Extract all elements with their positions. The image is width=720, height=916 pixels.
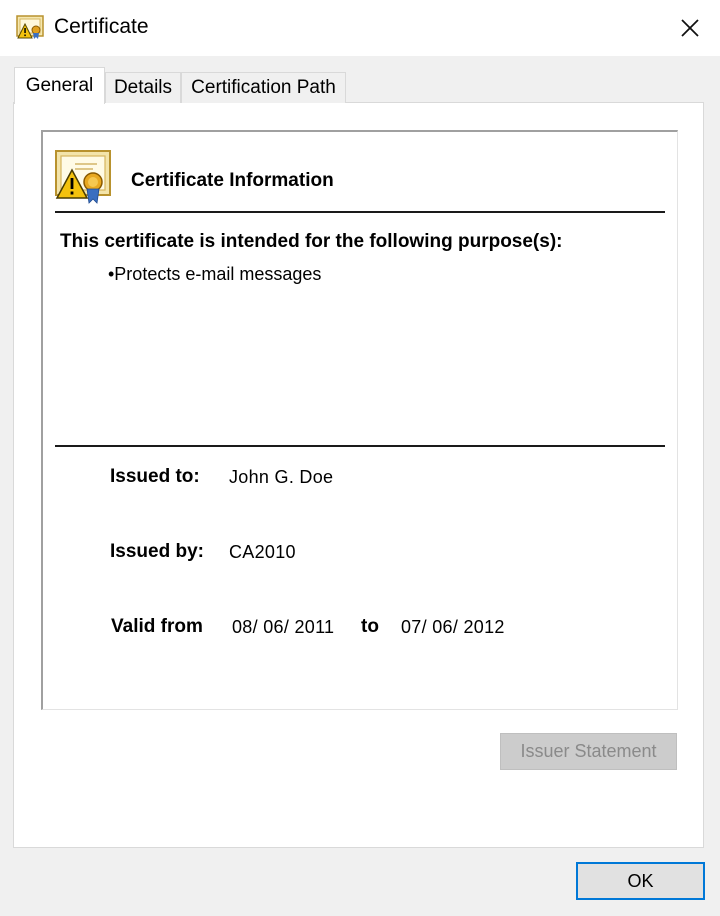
issued-to-value: John G. Doe [229, 467, 334, 487]
valid-from-label: Valid from [111, 616, 203, 637]
tab-label: Certification Path [191, 77, 336, 98]
tab-details[interactable]: Details [105, 72, 181, 103]
close-button[interactable] [668, 6, 712, 50]
ok-button[interactable]: OK [576, 862, 705, 900]
issuer-statement-button[interactable]: Issuer Statement [500, 733, 677, 770]
purpose-heading: This certificate is intended for the fol… [60, 231, 563, 252]
issued-by-label: Issued by: [110, 541, 204, 562]
valid-to-label: to [361, 616, 379, 637]
tab-label: Details [113, 77, 173, 98]
title-bar: Certificate [0, 0, 720, 56]
tab-general[interactable]: General [14, 67, 105, 104]
issued-to-label: Issued to: [110, 466, 200, 487]
details-divider [55, 445, 665, 447]
issuer-statement-label: Issuer Statement [520, 741, 657, 761]
certificate-icon [16, 15, 44, 39]
ok-label: OK [627, 870, 654, 891]
tab-label: General [25, 75, 94, 96]
certificate-info-heading: Certificate Information [131, 170, 334, 191]
valid-to-value: 07/ 06/ 2012 [401, 617, 505, 637]
valid-from-value: 08/ 06/ 2011 [232, 617, 335, 637]
issued-by-value: CA2010 [229, 542, 296, 562]
certificate-warning-icon [55, 150, 111, 204]
purpose-list-item: •Protects e-mail messages [108, 264, 322, 284]
window-title: Certificate [54, 15, 149, 38]
tab-certification-path[interactable]: Certification Path [181, 72, 346, 103]
heading-divider [55, 211, 665, 213]
close-icon [681, 19, 699, 37]
